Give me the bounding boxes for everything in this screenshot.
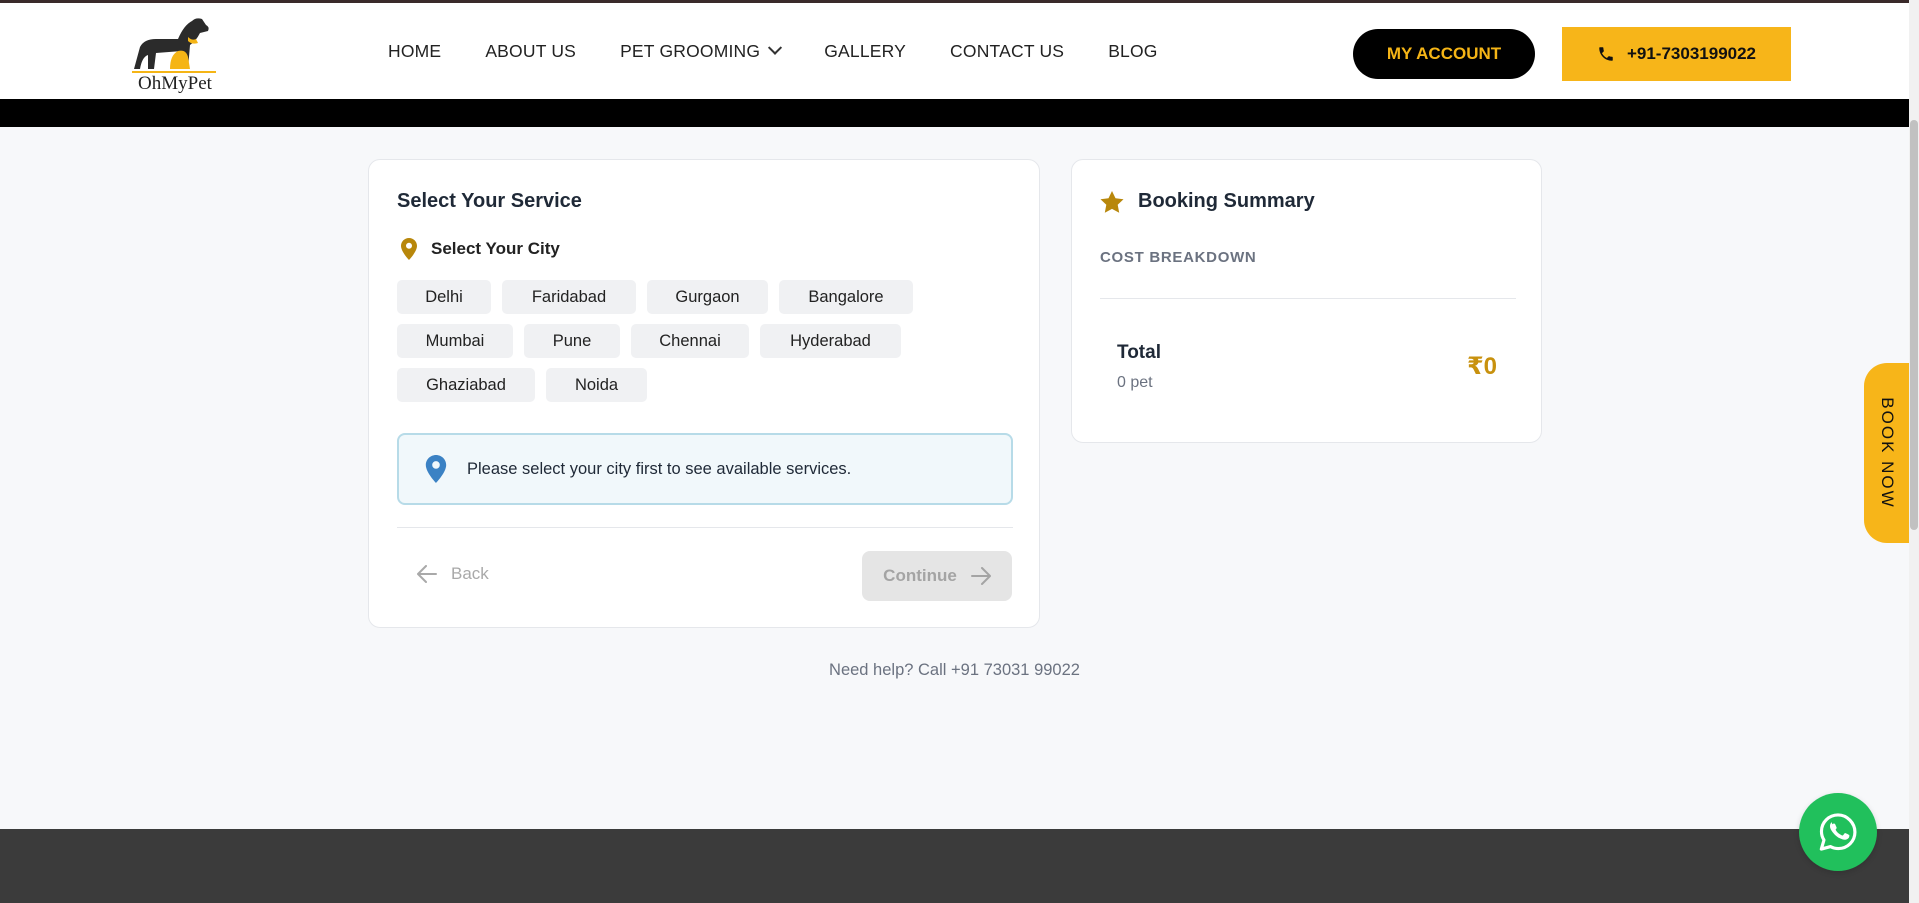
my-account-button[interactable]: MY ACCOUNT	[1353, 29, 1535, 79]
header-black-bar	[0, 99, 1909, 127]
city-chip-ghaziabad[interactable]: Ghaziabad	[397, 368, 535, 402]
cost-breakdown-label: COST BREAKDOWN	[1100, 249, 1257, 266]
continue-label: Continue	[883, 566, 957, 585]
select-city-label: Select Your City	[431, 239, 560, 258]
city-chip-gurgaon[interactable]: Gurgaon	[647, 280, 768, 314]
arrow-left-icon	[417, 565, 437, 583]
phone-button[interactable]: +91-7303199022	[1562, 27, 1791, 81]
city-chip-pune[interactable]: Pune	[524, 324, 620, 358]
nav-blog[interactable]: BLOG	[1108, 41, 1157, 62]
total-value: ₹0	[1466, 353, 1497, 380]
nav-gallery[interactable]: GALLERY	[824, 41, 906, 62]
chevron-down-icon	[768, 40, 783, 55]
whatsapp-icon	[1819, 813, 1857, 851]
pet-count: 0 pet	[1117, 374, 1153, 391]
book-now-label: BOOK NOW	[1878, 397, 1897, 509]
city-chip-hyderabad[interactable]: Hyderabad	[760, 324, 901, 358]
select-service-title: Select Your Service	[397, 190, 582, 212]
total-label: Total	[1117, 342, 1161, 363]
nav-about-us[interactable]: ABOUT US	[485, 41, 576, 62]
city-chip-bangalore[interactable]: Bangalore	[779, 280, 913, 314]
page-scrollbar[interactable]	[1909, 0, 1919, 903]
main-nav: HOME ABOUT US PET GROOMING GALLERY CONTA…	[388, 40, 1158, 62]
continue-button[interactable]: Continue	[862, 551, 1012, 601]
scrollbar-thumb[interactable]	[1910, 120, 1918, 530]
help-text: Need help? Call +91 73031 99022	[829, 661, 1080, 679]
phone-label: +91-7303199022	[1626, 44, 1757, 63]
booking-summary-card: Booking Summary COST BREAKDOWN Total 0 p…	[1071, 159, 1542, 443]
back-button[interactable]: Back	[417, 564, 489, 584]
logo-text: OhMyPet	[138, 73, 212, 94]
dog-logo-icon	[132, 18, 216, 73]
nav-pet-grooming[interactable]: PET GROOMING	[620, 40, 783, 62]
nav-contact-us[interactable]: CONTACT US	[950, 41, 1064, 62]
phone-icon	[1599, 47, 1613, 61]
city-chip-faridabad[interactable]: Faridabad	[502, 280, 636, 314]
booking-summary-heading: Booking Summary	[1100, 190, 1315, 213]
site-logo[interactable]: OhMyPet	[126, 11, 222, 95]
card-divider	[397, 527, 1013, 528]
booking-summary-title: Booking Summary	[1138, 190, 1315, 212]
city-chip-chennai[interactable]: Chennai	[631, 324, 749, 358]
select-service-card: Select Your Service Select Your City Del…	[368, 159, 1040, 628]
city-chip-noida[interactable]: Noida	[546, 368, 647, 402]
city-chip-delhi[interactable]: Delhi	[397, 280, 491, 314]
site-footer	[0, 829, 1909, 903]
arrow-right-icon	[970, 567, 991, 585]
city-info-text: Please select your city first to see ava…	[467, 459, 852, 478]
city-chip-mumbai[interactable]: Mumbai	[397, 324, 513, 358]
book-now-tab[interactable]: BOOK NOW	[1864, 363, 1910, 543]
back-label: Back	[451, 564, 489, 583]
site-header: OhMyPet HOME ABOUT US PET GROOMING GALLE…	[0, 3, 1909, 99]
star-icon	[1100, 190, 1124, 213]
location-pin-icon	[401, 238, 417, 260]
select-city-heading: Select Your City	[401, 238, 560, 260]
city-info-alert: Please select your city first to see ava…	[397, 433, 1013, 505]
location-pin-icon	[425, 455, 447, 483]
summary-divider	[1100, 298, 1516, 299]
whatsapp-button[interactable]	[1799, 793, 1877, 871]
nav-pet-grooming-label: PET GROOMING	[620, 41, 761, 61]
nav-home[interactable]: HOME	[388, 41, 441, 62]
